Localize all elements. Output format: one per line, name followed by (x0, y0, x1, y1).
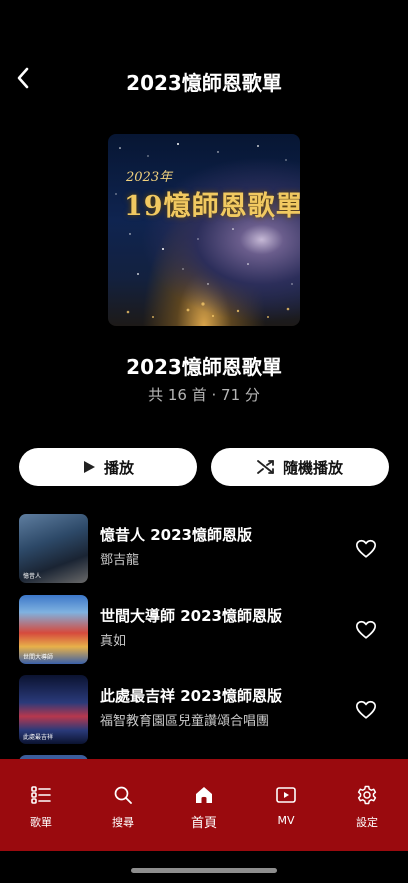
song-list-item[interactable]: 此處最吉祥 此處最吉祥 2023憶師恩版 福智教育園區兒童讚頌合唱團 (0, 675, 408, 745)
play-button[interactable]: 播放 (19, 448, 197, 486)
album-meta: 共 16 首 · 71 分 (148, 386, 260, 404)
shuffle-icon (257, 460, 274, 474)
song-list-item[interactable]: 憶昔人 憶昔人 2023憶師恩版 鄧吉龍 (0, 514, 408, 584)
play-icon (83, 461, 95, 473)
nav-item-mv[interactable]: MV (245, 759, 327, 851)
nav-label: MV (277, 814, 295, 827)
bottom-nav: 歌單 搜尋 首頁 MV 設定 (0, 759, 408, 851)
song-thumbnail: 世間大導師 (19, 595, 88, 664)
heart-icon[interactable] (355, 619, 377, 641)
starfield-image (115, 143, 293, 318)
home-icon (194, 785, 214, 805)
song-thumbnail: 此處最吉祥 (19, 675, 88, 744)
song-artist: 真如 (100, 634, 127, 649)
nav-label: 歌單 (30, 816, 52, 829)
song-title: 此處最吉祥 2023憶師恩版 (100, 687, 282, 705)
cover-title-text: 19憶師恩歌單 (124, 191, 300, 222)
heart-icon[interactable] (355, 538, 377, 560)
song-thumbnail: 憶昔人 (19, 514, 88, 583)
song-artist: 福智教育園區兒童讚頌合唱團 (100, 714, 270, 729)
heart-icon[interactable] (355, 699, 377, 721)
play-label: 播放 (103, 458, 134, 477)
song-artist: 鄧吉龍 (100, 553, 140, 568)
nav-label: 設定 (356, 816, 378, 829)
album-cover: 2023年 19憶師恩歌單 (108, 134, 300, 326)
shuffle-label: 隨機播放 (282, 458, 343, 477)
shuffle-button[interactable]: 隨機播放 (211, 448, 389, 486)
song-title: 世間大導師 2023憶師恩版 (100, 607, 282, 625)
page-title: 2023憶師恩歌單 (126, 71, 282, 95)
nav-item-search[interactable]: 搜尋 (82, 759, 164, 851)
nav-item-home[interactable]: 首頁 (163, 759, 245, 851)
nav-label: 搜尋 (112, 816, 134, 829)
video-icon (276, 785, 296, 805)
album-title: 2023憶師恩歌單 (126, 355, 282, 379)
thumbnail-caption: 憶昔人 (23, 573, 42, 580)
nav-label: 首頁 (190, 816, 217, 831)
thumbnail-caption: 此處最吉祥 (23, 734, 54, 741)
header: 2023憶師恩歌單 (0, 55, 408, 103)
search-icon (113, 785, 133, 805)
gear-icon (357, 785, 377, 805)
cover-year-text: 2023年 (126, 170, 173, 185)
nav-item-settings[interactable]: 設定 (326, 759, 408, 851)
song-list-item[interactable]: 世間大導師 世間大導師 2023憶師恩版 真如 (0, 595, 408, 665)
song-title: 憶昔人 2023憶師恩版 (100, 526, 252, 544)
playlist-icon (31, 785, 51, 805)
thumbnail-caption: 世間大導師 (23, 654, 54, 661)
nav-item-playlist[interactable]: 歌單 (0, 759, 82, 851)
home-indicator[interactable] (131, 868, 277, 873)
